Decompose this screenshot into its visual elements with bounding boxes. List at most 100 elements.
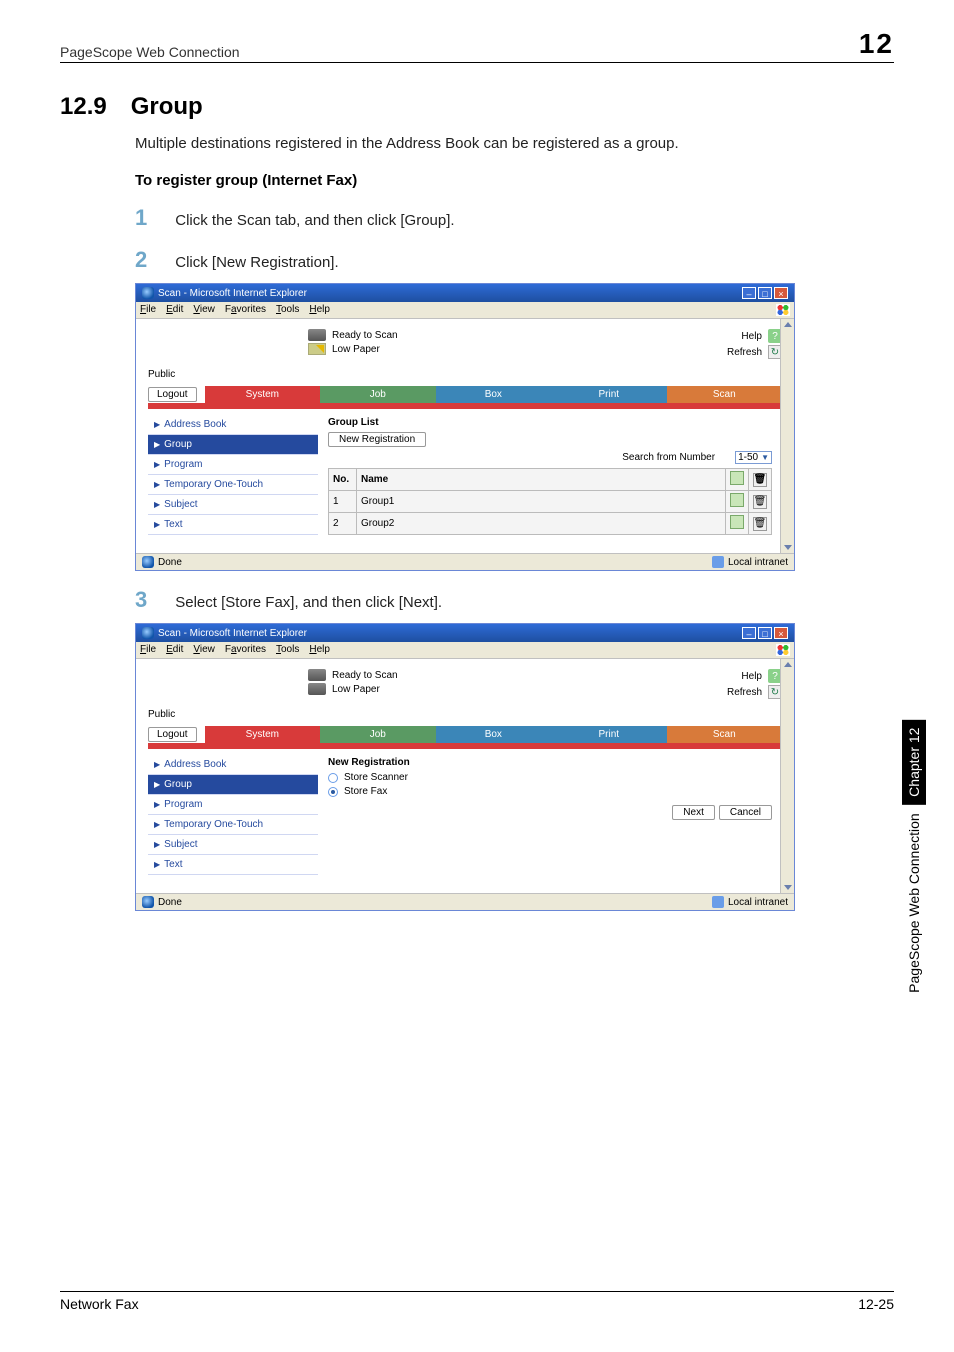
- step-2-text: Click [New Registration].: [175, 254, 338, 271]
- scrollbar[interactable]: [780, 659, 794, 893]
- windows-flag-icon: [776, 644, 790, 656]
- public-label: Public: [148, 709, 782, 720]
- maximize-icon[interactable]: □: [758, 287, 772, 299]
- menu-view[interactable]: View: [193, 644, 215, 656]
- sidebar-item-text[interactable]: ▶Text: [148, 855, 318, 875]
- section-heading: 12.9 Group: [60, 93, 894, 121]
- new-registration-button[interactable]: New Registration: [328, 432, 426, 447]
- sidebar-item-addressbook[interactable]: ▶Address Book: [148, 755, 318, 775]
- status-done: Done: [158, 897, 182, 908]
- refresh-link[interactable]: Refresh: [727, 347, 762, 358]
- content-title: New Registration: [328, 757, 772, 768]
- menu-bar: File Edit View Favorites Tools Help: [136, 642, 794, 659]
- step-3-text: Select [Store Fax], and then click [Next…: [175, 594, 442, 611]
- menu-bar: File Edit View Favorites Tools Help: [136, 302, 794, 319]
- refresh-link[interactable]: Refresh: [727, 687, 762, 698]
- sidebar: ▶Address Book ▶Group ▶Program ▶Temporary…: [148, 415, 318, 535]
- logout-button[interactable]: Logout: [148, 387, 197, 402]
- sidebar-item-group[interactable]: ▶Group: [148, 435, 318, 455]
- header-number: 12: [859, 28, 894, 60]
- step-2: 2 Click [New Registration].: [135, 247, 894, 273]
- help-link[interactable]: Help: [741, 331, 762, 342]
- sidebar-item-subject[interactable]: ▶Subject: [148, 495, 318, 515]
- tab-print[interactable]: Print: [551, 726, 666, 743]
- status-lowpaper: Low Paper: [332, 684, 380, 695]
- delete-icon[interactable]: 🗑: [753, 473, 767, 487]
- intranet-icon: [712, 896, 724, 908]
- sidebar-item-text[interactable]: ▶Text: [148, 515, 318, 535]
- tab-system[interactable]: System: [205, 386, 320, 403]
- table-row[interactable]: 1 Group1 🗑: [329, 491, 772, 513]
- menu-favorites[interactable]: Favorites: [225, 644, 266, 656]
- cancel-button[interactable]: Cancel: [719, 805, 772, 820]
- side-tab: PageScope Web Connection Chapter 12: [902, 720, 926, 1001]
- logout-button[interactable]: Logout: [148, 727, 197, 742]
- edit-icon[interactable]: [730, 493, 744, 507]
- delete-icon[interactable]: 🗑: [753, 517, 767, 531]
- footer-right: 12-25: [858, 1296, 894, 1312]
- public-label: Public: [148, 369, 782, 380]
- menu-favorites[interactable]: Favorites: [225, 304, 266, 316]
- table-row[interactable]: 2 Group2 🗑: [329, 513, 772, 535]
- status-ready: Ready to Scan: [332, 330, 398, 341]
- window-title: Scan - Microsoft Internet Explorer: [158, 288, 307, 299]
- footer-left: Network Fax: [60, 1296, 139, 1312]
- sidebar-item-subject[interactable]: ▶Subject: [148, 835, 318, 855]
- tab-job[interactable]: Job: [320, 386, 435, 403]
- tab-scan[interactable]: Scan: [667, 726, 782, 743]
- status-done: Done: [158, 557, 182, 568]
- status-ready: Ready to Scan: [332, 670, 398, 681]
- sidebar-item-temporary[interactable]: ▶Temporary One-Touch: [148, 475, 318, 495]
- menu-edit[interactable]: Edit: [166, 644, 183, 656]
- radio-store-fax[interactable]: Store Fax: [328, 786, 772, 797]
- menu-help[interactable]: Help: [309, 644, 330, 656]
- help-link[interactable]: Help: [741, 671, 762, 682]
- menu-file[interactable]: File: [140, 644, 156, 656]
- window-titlebar: Scan - Microsoft Internet Explorer – □ ×: [136, 624, 794, 642]
- sidebar-item-program[interactable]: ▶Program: [148, 455, 318, 475]
- close-icon[interactable]: ×: [774, 627, 788, 639]
- screenshot-new-registration: Scan - Microsoft Internet Explorer – □ ×…: [135, 623, 795, 911]
- step-2-number: 2: [135, 247, 147, 273]
- minimize-icon[interactable]: –: [742, 627, 756, 639]
- tab-box[interactable]: Box: [436, 386, 551, 403]
- close-icon[interactable]: ×: [774, 287, 788, 299]
- edit-icon[interactable]: [730, 471, 744, 485]
- printer-icon: [308, 329, 326, 341]
- menu-file[interactable]: File: [140, 304, 156, 316]
- next-button[interactable]: Next: [672, 805, 715, 820]
- range-select[interactable]: 1-50▼: [735, 451, 772, 464]
- sidebar-item-program[interactable]: ▶Program: [148, 795, 318, 815]
- tab-scan[interactable]: Scan: [667, 386, 782, 403]
- col-no: No.: [329, 469, 357, 491]
- radio-icon[interactable]: [328, 773, 338, 783]
- menu-view[interactable]: View: [193, 304, 215, 316]
- step-1-text: Click the Scan tab, and then click [Grou…: [175, 212, 454, 229]
- sidebar-item-group[interactable]: ▶Group: [148, 775, 318, 795]
- sidebar-item-temporary[interactable]: ▶Temporary One-Touch: [148, 815, 318, 835]
- menu-tools[interactable]: Tools: [276, 304, 299, 316]
- menu-edit[interactable]: Edit: [166, 304, 183, 316]
- tab-system[interactable]: System: [205, 726, 320, 743]
- sidebar-item-addressbook[interactable]: ▶Address Book: [148, 415, 318, 435]
- menu-tools[interactable]: Tools: [276, 644, 299, 656]
- col-name: Name: [357, 469, 726, 491]
- tab-print[interactable]: Print: [551, 386, 666, 403]
- radio-store-scanner[interactable]: Store Scanner: [328, 772, 772, 783]
- tab-job[interactable]: Job: [320, 726, 435, 743]
- delete-icon[interactable]: 🗑: [753, 495, 767, 509]
- minimize-icon[interactable]: –: [742, 287, 756, 299]
- edit-icon[interactable]: [730, 515, 744, 529]
- menu-help[interactable]: Help: [309, 304, 330, 316]
- content-title: Group List: [328, 417, 772, 428]
- scrollbar[interactable]: [780, 319, 794, 553]
- ie-icon: [142, 287, 154, 299]
- intro-text: Multiple destinations registered in the …: [135, 133, 884, 154]
- maximize-icon[interactable]: □: [758, 627, 772, 639]
- window-titlebar: Scan - Microsoft Internet Explorer – □ ×: [136, 284, 794, 302]
- step-1-number: 1: [135, 205, 147, 231]
- tab-box[interactable]: Box: [436, 726, 551, 743]
- radio-icon[interactable]: [328, 787, 338, 797]
- screenshot-group-list: Scan - Microsoft Internet Explorer – □ ×…: [135, 283, 795, 571]
- status-intranet: Local intranet: [728, 897, 788, 908]
